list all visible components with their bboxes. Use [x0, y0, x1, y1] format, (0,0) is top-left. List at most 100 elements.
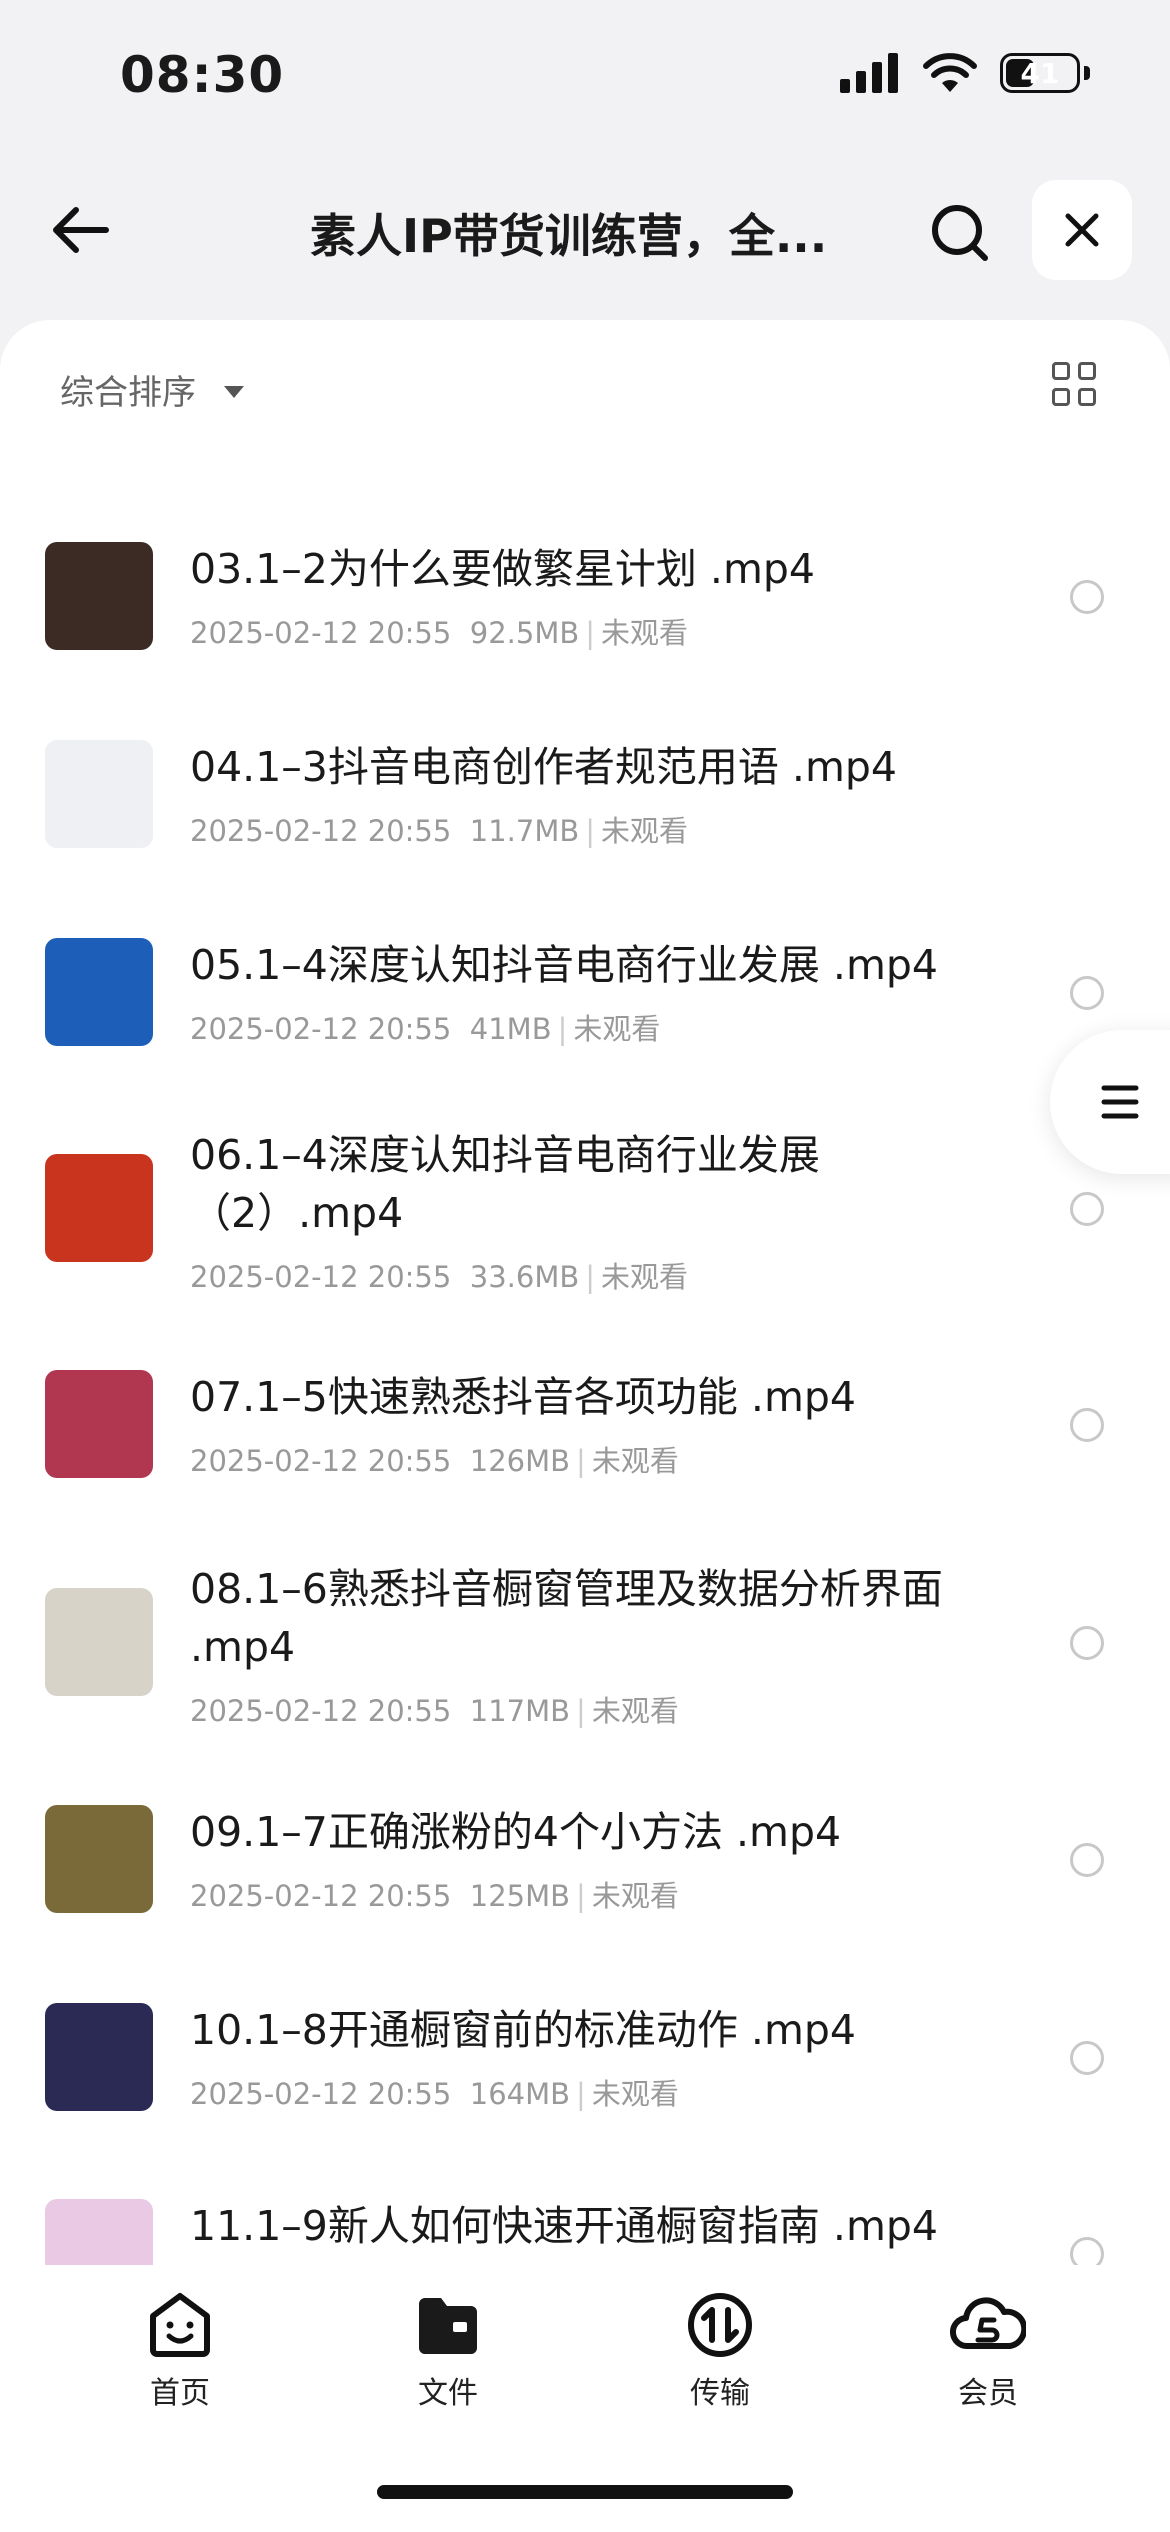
file-meta: 2025-02-12 20:55 41MB | 未观看 [190, 1006, 660, 1048]
select-checkbox[interactable] [1070, 1626, 1104, 1660]
video-thumbnail [45, 938, 153, 1046]
vip-cloud-icon [950, 2297, 1026, 2350]
file-size: 117MB [469, 1694, 571, 1728]
close-button[interactable] [1032, 180, 1132, 280]
grid-view-button[interactable] [1052, 362, 1100, 410]
meta-separator: | [576, 1879, 586, 1913]
status-icons: 41 [840, 52, 1090, 94]
grid-cell [1052, 388, 1070, 406]
file-date: 2025-02-12 20:55 [190, 616, 452, 650]
file-date: 2025-02-12 20:55 [190, 1879, 452, 1913]
sort-dropdown[interactable]: 综合排序 [60, 365, 244, 414]
arrow-left-icon [53, 207, 109, 253]
tab-vip[interactable]: 会员 [918, 2290, 1058, 2412]
file-date: 2025-02-12 20:55 [190, 1694, 452, 1728]
video-thumbnail [45, 1154, 153, 1262]
menu-icon [1101, 1085, 1139, 1119]
tab-transfer[interactable]: 传输 [650, 2290, 790, 2412]
transfer-icon [688, 2293, 752, 2357]
watch-status: 未观看 [591, 1444, 679, 1478]
file-name: 10.1–8开通橱窗前的标准动作 .mp4 [190, 2006, 856, 2054]
header: 素人IP带货训练营，全... [0, 170, 1170, 290]
file-name: 08.1–6熟悉抖音橱窗管理及数据分析界面 .mp4 [190, 1565, 943, 1671]
file-date: 2025-02-12 20:55 [190, 1444, 452, 1478]
file-meta: 2025-02-12 20:55 11.7MB | 未观看 [190, 808, 688, 850]
file-size: 125MB [469, 1879, 571, 1913]
tab-files-label: 文件 [418, 2376, 478, 2411]
video-thumbnail [45, 740, 153, 848]
watch-status: 未观看 [573, 1012, 661, 1046]
meta-separator: | [585, 814, 596, 848]
file-name: 05.1–4深度认知抖音电商行业发展 .mp4 [190, 941, 938, 989]
tab-files[interactable]: 文件 [378, 2290, 518, 2412]
caret-down-icon [224, 385, 244, 398]
file-meta: 2025-02-12 20:55 126MB | 未观看 [190, 1438, 679, 1480]
file-sheet: 综合排序 03.1–2为什么要做繁星计划 .mp4 2025-02-12 20:… [0, 320, 1170, 2532]
select-checkbox[interactable] [1070, 2041, 1104, 2075]
tab-home-label: 首页 [150, 2376, 210, 2411]
home-face-icon [150, 2293, 210, 2357]
file-date: 2025-02-12 20:55 [190, 2077, 452, 2111]
battery-indicator: 41 [1000, 53, 1080, 93]
file-name: 04.1–3抖音电商创作者规范用语 .mp4 [190, 743, 897, 791]
video-thumbnail [45, 1588, 153, 1696]
video-thumbnail [45, 542, 153, 650]
battery-tip [1084, 66, 1090, 80]
select-checkbox[interactable] [1070, 1192, 1104, 1226]
watch-status: 未观看 [591, 1694, 679, 1728]
watch-status: 未观看 [601, 1260, 689, 1294]
select-checkbox[interactable] [1070, 580, 1104, 614]
sort-label: 综合排序 [60, 373, 196, 413]
file-list: 03.1–2为什么要做繁星计划 .mp4 2025-02-12 20:55 92… [0, 520, 1170, 2270]
select-checkbox[interactable] [1070, 976, 1104, 1010]
file-size: 164MB [469, 2077, 571, 2111]
grid-view-icon [1052, 362, 1070, 380]
status-time: 08:30 [120, 46, 285, 104]
file-meta: 2025-02-12 20:55 125MB | 未观看 [190, 1873, 679, 1915]
home-indicator [377, 2485, 793, 2499]
file-meta: 2025-02-12 20:55 33.6MB | 未观看 [190, 1254, 688, 1296]
close-icon [1065, 213, 1099, 247]
search-button[interactable] [920, 198, 1000, 268]
back-button[interactable] [40, 195, 120, 265]
file-meta: 2025-02-12 20:55 164MB | 未观看 [190, 2071, 679, 2113]
battery-percent: 41 [1020, 56, 1060, 90]
tab-vip-label: 会员 [958, 2376, 1018, 2411]
watch-status: 未观看 [591, 1879, 679, 1913]
meta-separator: | [576, 1694, 586, 1728]
meta-separator: | [557, 1012, 568, 1046]
file-size: 92.5MB [469, 616, 580, 650]
file-date: 2025-02-12 20:55 [190, 1012, 452, 1046]
file-name: 06.1–4深度认知抖音电商行业发展（2）.mp4 [190, 1131, 820, 1237]
tab-transfer-label: 传输 [690, 2376, 750, 2411]
page-title: 素人IP带货训练营，全... [310, 209, 828, 263]
file-date: 2025-02-12 20:55 [190, 1260, 452, 1294]
video-thumbnail [45, 1805, 153, 1913]
video-thumbnail [45, 2199, 153, 2270]
watch-status: 未观看 [591, 2077, 679, 2111]
meta-separator: | [585, 1260, 596, 1294]
file-size: 11.7MB [469, 814, 580, 848]
file-name: 11.1–9新人如何快速开通橱窗指南 .mp4 [190, 2202, 938, 2250]
status-bar: 08:30 41 [0, 0, 1170, 150]
folder-icon [419, 2298, 477, 2354]
grid-cell [1078, 388, 1096, 406]
file-date: 2025-02-12 20:55 [190, 814, 452, 848]
file-size: 41MB [469, 1012, 552, 1046]
meta-separator: | [576, 1444, 586, 1478]
watch-status: 未观看 [601, 616, 689, 650]
file-size: 33.6MB [469, 1260, 580, 1294]
search-icon [932, 205, 988, 261]
cellular-signal-icon [840, 53, 898, 93]
select-checkbox[interactable] [1070, 1843, 1104, 1877]
meta-separator: | [576, 2077, 586, 2111]
select-checkbox[interactable] [1070, 1408, 1104, 1442]
file-meta: 2025-02-12 20:55 92.5MB | 未观看 [190, 610, 688, 652]
watch-status: 未观看 [601, 814, 689, 848]
file-size: 126MB [469, 1444, 571, 1478]
video-thumbnail [45, 1370, 153, 1478]
grid-cell [1078, 362, 1096, 380]
file-meta: 2025-02-12 20:55 117MB | 未观看 [190, 1688, 679, 1730]
tab-home[interactable]: 首页 [110, 2290, 250, 2412]
meta-separator: | [585, 616, 596, 650]
